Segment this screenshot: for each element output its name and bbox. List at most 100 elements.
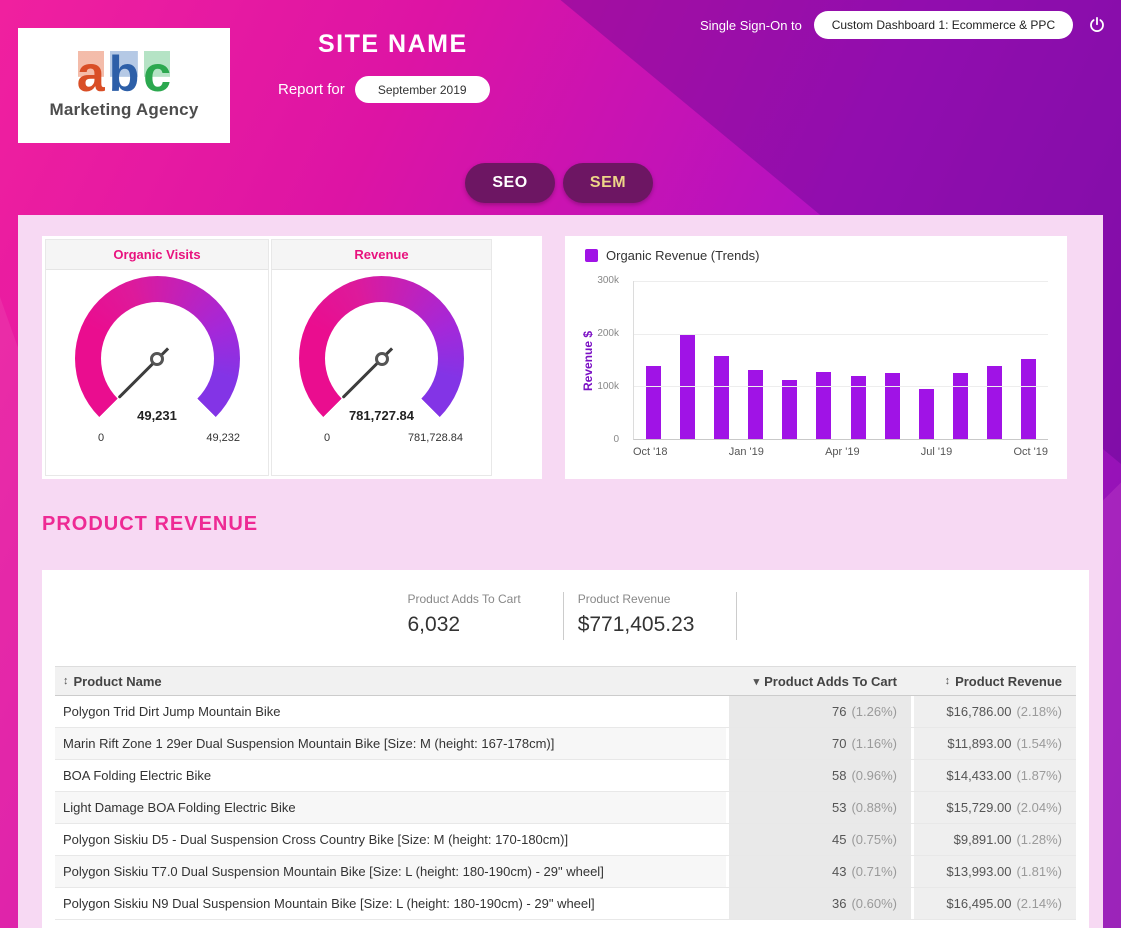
legend-swatch [585,249,598,262]
bar-jan19 [748,370,763,439]
organic-revenue-chart-card: Organic Revenue (Trends) Revenue $ 300k2… [565,236,1067,479]
adds-to-cart-cell: 45(0.75%) [726,824,911,855]
stat-value: $771,405.23 [578,613,695,637]
logo-letter-c: c [141,51,173,99]
gauge-organic-visits: Organic Visits 49,231 0 49,232 [45,239,269,476]
table-row: Light Damage BOA Folding Electric Bike53… [55,792,1076,824]
cell-percent: (1.54%) [1016,736,1062,751]
product-name-cell: Polygon Siskiu T7.0 Dual Suspension Moun… [55,856,726,887]
bar-jun19 [919,389,934,439]
x-axis-labels: Oct '18Jan '19Apr '19Jul '19Oct '19 [633,446,1048,458]
sso-dashboard-select[interactable]: Custom Dashboard 1: Ecommerce & PPC [814,11,1073,39]
cell-value: 43 [832,864,846,879]
cell-percent: (0.75%) [851,832,897,847]
cell-percent: (0.96%) [851,768,897,783]
tab-sem[interactable]: SEM [563,163,653,203]
cell-percent: (0.88%) [851,800,897,815]
content-panel: Organic Visits 49,231 0 49,232 Revenue [18,215,1103,928]
col-header-product-revenue[interactable]: ↕ Product Revenue [911,674,1076,689]
cell-value: 70 [832,736,846,751]
cell-percent: (0.60%) [851,896,897,911]
tab-seo[interactable]: SEO [465,163,555,203]
cell-percent: (1.28%) [1016,832,1062,847]
cell-value: $16,786.00 [946,704,1011,719]
cell-percent: (2.04%) [1016,800,1062,815]
y-tick-label: 100k [559,381,619,392]
gauges-card: Organic Visits 49,231 0 49,232 Revenue [42,236,542,479]
logo-letter-b: b [107,51,142,99]
adds-to-cart-cell: 53(0.88%) [726,792,911,823]
adds-to-cart-cell: 76 (1.26%) [726,696,911,727]
product-name-cell: Polygon Siskiu N9 Dual Suspension Mounta… [55,888,726,919]
page-title: SITE NAME [318,30,468,59]
gauge-minmax: 0 781,728.84 [324,432,463,444]
x-tick-label: Jul '19 [921,446,952,458]
x-tick-label: Oct '18 [633,446,668,458]
power-icon [1088,16,1106,34]
col-header-adds-to-cart[interactable]: ▾ Product Adds To Cart [726,674,911,689]
report-month-select[interactable]: September 2019 [355,76,490,103]
cell-percent: (2.14%) [1016,896,1062,911]
gauge-value: 781,727.84 [272,408,491,423]
agency-logo: abc Marketing Agency [18,28,230,143]
logo-letter-a: a [75,51,107,99]
table-row: Polygon Siskiu T7.0 Dual Suspension Moun… [55,856,1076,888]
gauge-min-label: 0 [98,432,104,444]
gauge-max-label: 781,728.84 [408,432,463,444]
section-title-product-revenue: PRODUCT REVENUE [42,513,258,536]
cell-value: 76 [832,704,846,719]
stat-adds-to-cart: Product Adds To Cart 6,032 [394,592,564,640]
revenue-cell: $14,433.00(1.87%) [911,760,1076,791]
legend-label: Organic Revenue (Trends) [606,248,759,263]
cell-percent: (1.16%) [851,736,897,751]
bar-feb19 [782,380,797,439]
sort-icon: ↕ [63,675,69,687]
chart-legend: Organic Revenue (Trends) [585,248,759,263]
gridline [634,281,1048,282]
table-header: ↕ Product Name ▾ Product Adds To Cart ↕ … [55,666,1076,696]
revenue-cell: $16,495.00 (2.14%) [911,888,1076,919]
x-tick-label: Oct '19 [1013,446,1048,458]
col-header-product-name[interactable]: ↕ Product Name [55,674,726,689]
stat-label: Product Revenue [578,592,695,606]
revenue-cell: $13,993.00(1.81%) [911,856,1076,887]
revenue-cell: $9,891.00(1.28%) [911,824,1076,855]
col-label: Product Adds To Cart [764,674,897,689]
power-button[interactable] [1085,13,1109,37]
y-tick-label: 200k [559,328,619,339]
adds-to-cart-cell: 36(0.60%) [726,888,911,919]
bar-oct18 [646,366,661,439]
bar-mar19 [816,372,831,439]
sort-desc-icon: ▾ [754,675,760,688]
gauge-minmax: 0 49,232 [98,432,240,444]
y-axis-labels: 300k200k100k0 [565,281,625,440]
adds-to-cart-cell: 70 (1.16%) [726,728,911,759]
gauge-title: Organic Visits [46,240,268,270]
product-revenue-card: Product Adds To Cart 6,032 Product Reven… [42,570,1089,928]
cell-percent: (1.26%) [851,704,897,719]
report-period-row: Report for September 2019 [278,76,490,103]
table-row: BOA Folding Electric Bike58(0.96%)$14,43… [55,760,1076,792]
stat-product-revenue: Product Revenue $771,405.23 [564,592,738,640]
report-tabs: SEO SEM [465,163,653,203]
gauge-knob [375,352,389,366]
cell-value: $16,495.00 [946,896,1011,911]
adds-to-cart-cell: 58(0.96%) [726,760,911,791]
bar-sep19 [1021,359,1036,439]
gauge-min-label: 0 [324,432,330,444]
table-row: Polygon Siskiu N9 Dual Suspension Mounta… [55,888,1076,920]
gauge-title: Revenue [272,240,491,270]
bar-may19 [885,373,900,439]
cell-percent: (0.71%) [851,864,897,879]
gridline [634,386,1048,387]
product-name-cell: BOA Folding Electric Bike [55,760,726,791]
x-tick-label: Apr '19 [825,446,860,458]
col-label: Product Name [74,674,162,689]
gauge-body: 781,727.84 0 781,728.84 [272,276,491,479]
table-body: Polygon Trid Dirt Jump Mountain Bike76(1… [55,696,1076,920]
table-row: Polygon Trid Dirt Jump Mountain Bike76(1… [55,696,1076,728]
cell-value: $15,729.00 [946,800,1011,815]
chart-plot [633,281,1048,440]
report-for-label: Report for [278,81,345,98]
logo-subtitle: Marketing Agency [50,100,199,120]
